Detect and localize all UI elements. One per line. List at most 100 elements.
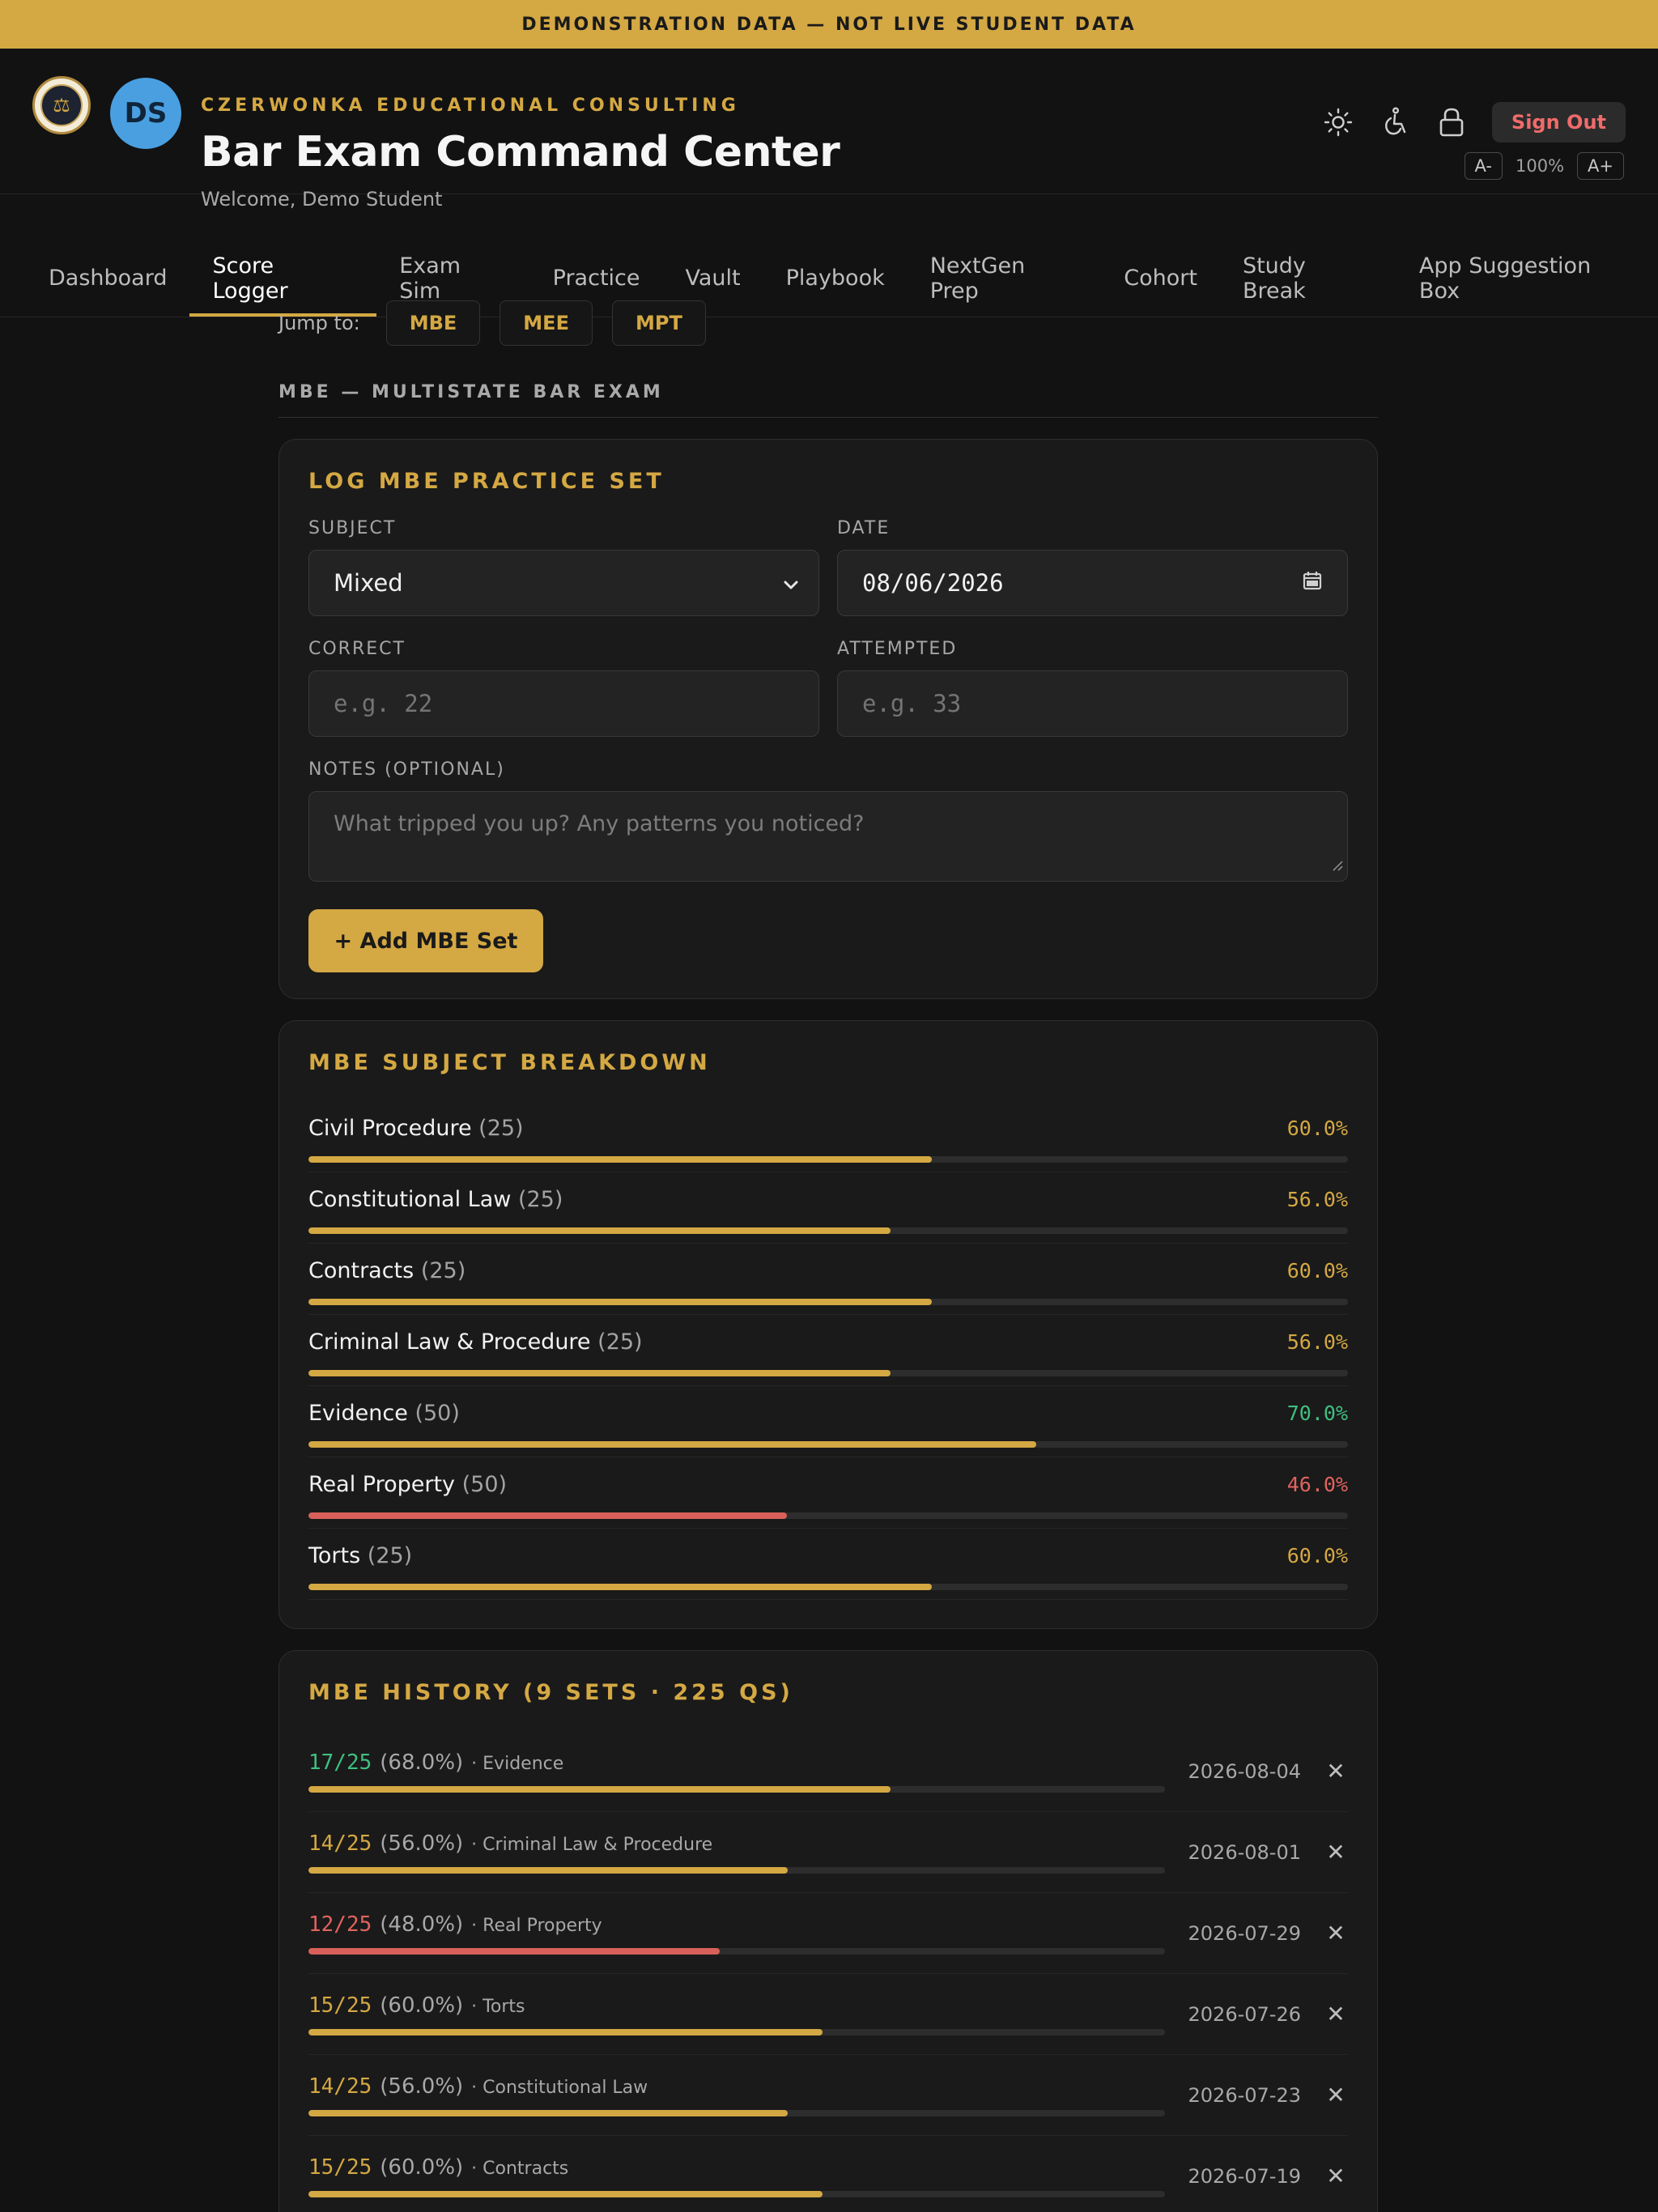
delete-icon[interactable]: ✕	[1324, 1758, 1348, 1784]
attempted-placeholder: e.g. 33	[862, 690, 962, 717]
progress-bar-track	[308, 1512, 1348, 1519]
breakdown-row: Torts (25) 60.0%	[308, 1529, 1348, 1600]
jump-mbe-button[interactable]: MBE	[385, 300, 481, 346]
date-label: DATE	[837, 518, 891, 538]
history-row: 15/25 (60.0%) · Torts 2026-07-26 ✕	[308, 1974, 1348, 2055]
theme-toggle-sun-icon[interactable]	[1322, 106, 1354, 138]
history-percent: (60.0%)	[380, 2155, 464, 2180]
breakdown-row: Civil Procedure (25) 60.0%	[308, 1101, 1348, 1172]
progress-bar-track	[308, 2109, 1165, 2116]
breakdown-percent: 60.0%	[1286, 1116, 1348, 1140]
subject-select[interactable]: Mixed	[308, 550, 819, 616]
progress-bar-track	[308, 2028, 1165, 2035]
history-subject: · Real Property	[471, 1915, 602, 1936]
calendar-icon[interactable]	[1302, 569, 1323, 597]
delete-icon[interactable]: ✕	[1324, 2163, 1348, 2189]
accessibility-icon[interactable]	[1379, 106, 1411, 138]
notes-label: NOTES (OPTIONAL)	[308, 759, 505, 780]
history-date: 2026-08-04	[1188, 1759, 1301, 1783]
notes-textarea[interactable]: What tripped you up? Any patterns you no…	[308, 791, 1348, 882]
breakdown-list: Civil Procedure (25) 60.0% Constitutional …	[308, 1101, 1348, 1600]
progress-bar-fill	[308, 1156, 933, 1163]
breakdown-subject: Civil Procedure (25)	[308, 1116, 524, 1141]
breakdown-subject-name: Evidence	[308, 1400, 408, 1426]
breakdown-subject: Real Property (50)	[308, 1472, 507, 1497]
jump-mee-button[interactable]: MEE	[500, 300, 593, 346]
history-score: 15/25	[308, 2155, 372, 2180]
page-title: Bar Exam Command Center	[201, 128, 840, 177]
main-content: Jump to: MBE MEE MPT MBE — MULTISTATE BA…	[278, 300, 1378, 2212]
breakdown-subject: Criminal Law & Procedure (25)	[308, 1329, 643, 1355]
subject-label: SUBJECT	[308, 518, 397, 538]
breakdown-question-count: (50)	[461, 1471, 508, 1497]
breakdown-title: MBE SUBJECT BREAKDOWN	[308, 1050, 711, 1075]
zoom-level: 100%	[1515, 156, 1565, 176]
breakdown-subject-name: Contracts	[308, 1257, 414, 1283]
correct-input[interactable]: e.g. 22	[308, 670, 819, 737]
scales-icon: ⚖	[40, 84, 83, 126]
history-percent: (56.0%)	[380, 1831, 464, 1856]
progress-bar-fill	[308, 1584, 933, 1590]
progress-bar-fill	[308, 1512, 787, 1519]
progress-bar-track	[308, 1441, 1348, 1448]
tab-app-suggestion-box[interactable]: App Suggestion Box	[1397, 243, 1658, 317]
progress-bar-track	[308, 1785, 1165, 1793]
progress-bar-fill	[308, 1299, 933, 1305]
progress-bar-fill	[308, 1227, 891, 1234]
delete-icon[interactable]: ✕	[1324, 1839, 1348, 1865]
decrease-font-button[interactable]: A-	[1464, 152, 1503, 180]
breakdown-question-count: (25)	[367, 1542, 413, 1568]
log-mbe-card: LOG MBE PRACTICE SET SUBJECT Mixed DATE …	[278, 439, 1378, 999]
subject-value: Mixed	[334, 569, 403, 597]
add-mbe-set-button[interactable]: + Add MBE Set	[308, 909, 543, 972]
history-row: 14/25 (56.0%) · Criminal Law & Procedure 20…	[308, 1812, 1348, 1893]
breakdown-question-count: (25)	[517, 1186, 563, 1212]
breakdown-subject: Constitutional Law (25)	[308, 1187, 563, 1212]
increase-font-button[interactable]: A+	[1577, 152, 1624, 180]
progress-bar-track	[308, 2190, 1165, 2197]
correct-label: CORRECT	[308, 639, 406, 659]
history-score: 14/25	[308, 1831, 372, 1856]
breakdown-row: Contracts (25) 60.0%	[308, 1244, 1348, 1315]
breakdown-question-count: (25)	[478, 1115, 524, 1141]
breakdown-row: Evidence (50) 70.0%	[308, 1386, 1348, 1457]
resize-grip-icon[interactable]	[1331, 853, 1344, 878]
progress-bar-fill	[308, 1441, 1036, 1448]
sign-out-button[interactable]: Sign Out	[1491, 102, 1626, 143]
jump-label: Jump to:	[278, 312, 360, 334]
breakdown-percent: 70.0%	[1286, 1401, 1348, 1425]
tab-dashboard[interactable]: Dashboard	[26, 243, 189, 317]
progress-bar-fill	[308, 1370, 891, 1376]
progress-bar-track	[308, 1584, 1348, 1590]
history-subject: · Evidence	[471, 1753, 564, 1774]
history-date: 2026-07-29	[1188, 1921, 1301, 1945]
jump-mpt-button[interactable]: MPT	[611, 300, 706, 346]
progress-bar-track	[308, 1947, 1165, 1955]
breakdown-row: Constitutional Law (25) 56.0%	[308, 1172, 1348, 1244]
breakdown-subject-name: Constitutional Law	[308, 1186, 512, 1212]
progress-bar-fill	[308, 1866, 789, 1874]
date-input[interactable]: 08/06/2026	[837, 550, 1348, 616]
firm-name: CZERWONKA EDUCATIONAL CONSULTING	[201, 96, 740, 116]
breakdown-question-count: (25)	[420, 1257, 466, 1283]
progress-bar-fill	[308, 2190, 823, 2197]
progress-bar-fill	[308, 1785, 891, 1793]
lock-icon[interactable]	[1435, 106, 1468, 138]
history-date: 2026-07-23	[1188, 2083, 1301, 2107]
jump-to-bar: Jump to: MBE MEE MPT	[278, 300, 1378, 347]
subject-breakdown-card: MBE SUBJECT BREAKDOWN Civil Procedure (2…	[278, 1020, 1378, 1629]
attempted-input[interactable]: e.g. 33	[837, 670, 1348, 737]
progress-bar-track	[308, 1299, 1348, 1305]
demo-banner: DEMONSTRATION DATA — NOT LIVE STUDENT DA…	[0, 0, 1658, 49]
delete-icon[interactable]: ✕	[1324, 1920, 1348, 1946]
demo-banner-text: DEMONSTRATION DATA — NOT LIVE STUDENT DA…	[521, 14, 1137, 35]
avatar[interactable]: DS	[110, 78, 181, 149]
delete-icon[interactable]: ✕	[1324, 2082, 1348, 2108]
delete-icon[interactable]: ✕	[1324, 2001, 1348, 2027]
history-date: 2026-08-01	[1188, 1840, 1301, 1864]
history-subject: · Contracts	[471, 2158, 569, 2179]
breakdown-percent: 60.0%	[1286, 1258, 1348, 1283]
breakdown-subject: Torts (25)	[308, 1543, 412, 1568]
progress-bar-fill	[308, 2028, 823, 2035]
history-subject: · Torts	[471, 1996, 525, 2017]
